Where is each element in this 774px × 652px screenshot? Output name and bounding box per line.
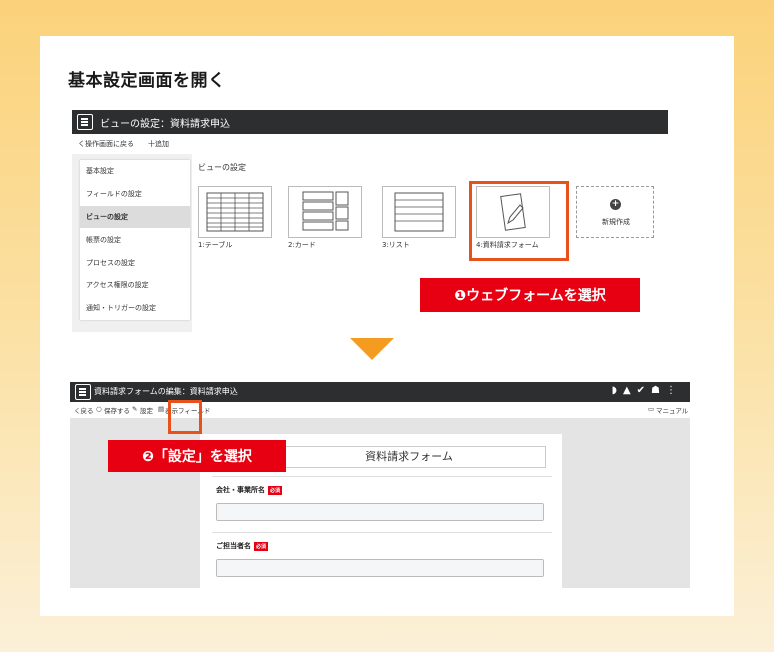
top-bar-2: 資料請求フォームの編集：資料請求申込 ◗▲✔☗⋮ — [70, 382, 690, 402]
app-title: ビューの設定：資料請求申込 — [100, 119, 230, 130]
sub-toolbar: く操作画面に戻る 十追加 — [72, 134, 668, 154]
new-view-button[interactable]: + 新規作成 — [576, 186, 654, 238]
step2-callout: ❷「設定」を選択 — [108, 440, 286, 472]
more-icon[interactable]: ⋮ — [666, 385, 682, 396]
highlight-web-form-tile — [469, 181, 569, 261]
field-contact[interactable]: ご担当者名 必須 — [212, 532, 552, 586]
down-arrow-icon — [350, 338, 394, 360]
fields-icon[interactable]: ▤ — [158, 405, 164, 413]
view-tile-list[interactable] — [382, 186, 456, 238]
view-label-list: 3:リスト — [382, 241, 410, 249]
check-icon[interactable]: ✔ — [637, 385, 651, 396]
back-to-operation-link[interactable]: く操作画面に戻る — [78, 139, 134, 149]
plus-circle-icon: + — [610, 199, 621, 210]
back-link[interactable]: く戻る — [74, 405, 94, 415]
manual-link[interactable]: マニュアル — [656, 405, 688, 415]
sidebar-item-forms[interactable]: 帳票の設定 — [80, 228, 190, 251]
field-label-contact: ご担当者名 必須 — [216, 541, 269, 551]
editor-title: 資料請求フォームの編集：資料請求申込 — [94, 387, 238, 396]
view-label-card: 2:カード — [288, 241, 316, 249]
form-editor-screenshot: 資料請求フォームの編集：資料請求申込 ◗▲✔☗⋮ く戻る ○ 保存する ✎ 設定… — [70, 382, 690, 588]
required-badge: 必須 — [268, 485, 283, 495]
new-view-label: 新規作成 — [602, 218, 630, 226]
home-icon[interactable]: ☗ — [651, 385, 666, 396]
settings-icon[interactable]: ✎ — [132, 405, 137, 413]
menu-icon-2[interactable] — [75, 384, 91, 400]
toolbar-icons: ◗▲✔☗⋮ — [612, 385, 682, 396]
menu-icon[interactable] — [77, 114, 93, 130]
editor-toolbar: く戻る ○ 保存する ✎ 設定 ▤ 表示フィールド ▭ マニュアル — [70, 402, 690, 418]
card-icon — [302, 191, 349, 231]
field-label-company-text: 会社・事業所名 — [216, 486, 265, 494]
sidebar-item-fields[interactable]: フィールドの設定 — [80, 183, 190, 206]
required-badge-2: 必須 — [254, 541, 269, 551]
settings-button[interactable]: 設定 — [140, 405, 153, 415]
top-bar: ビューの設定：資料請求申込 — [72, 110, 668, 134]
panel-title: ビューの設定 — [198, 163, 246, 172]
view-tile-table[interactable] — [198, 186, 272, 238]
form-title[interactable]: 資料請求フォーム — [272, 446, 546, 468]
save-icon[interactable]: ○ — [96, 405, 102, 413]
sidebar-item-notifications[interactable]: 通知・トリガーの設定 — [80, 297, 190, 320]
table-icon — [206, 192, 264, 232]
step1-callout: ❶ウェブフォームを選択 — [420, 278, 640, 312]
sidebar-item-process[interactable]: プロセスの設定 — [80, 251, 190, 274]
sidebar-item-basic[interactable]: 基本設定 — [80, 160, 190, 183]
field-company[interactable]: 会社・事業所名 必須 — [212, 476, 552, 530]
view-tile-card[interactable] — [288, 186, 362, 238]
sidebar-item-access[interactable]: アクセス権限の設定 — [80, 274, 190, 297]
highlight-settings-button — [168, 400, 202, 434]
step-heading: 基本設定画面を開く — [68, 71, 226, 91]
list-icon — [394, 192, 444, 232]
shield-icon[interactable]: ◗ — [612, 385, 623, 396]
add-link[interactable]: 十追加 — [148, 139, 169, 149]
field-label-contact-text: ご担当者名 — [216, 542, 251, 550]
field-label-company: 会社・事業所名 必須 — [216, 485, 283, 495]
contact-input[interactable] — [216, 559, 544, 577]
company-input[interactable] — [216, 503, 544, 521]
bell-icon[interactable]: ▲ — [623, 385, 637, 396]
save-button[interactable]: 保存する — [104, 405, 130, 415]
settings-sidebar: 基本設定 フィールドの設定 ビューの設定 帳票の設定 プロセスの設定 アクセス権… — [80, 160, 190, 320]
instruction-card: 基本設定画面を開く ビューの設定：資料請求申込 く操作画面に戻る 十追加 基本設… — [40, 36, 734, 616]
manual-icon[interactable]: ▭ — [648, 405, 654, 413]
sidebar-item-views[interactable]: ビューの設定 — [80, 205, 190, 229]
view-label-table: 1:テーブル — [198, 241, 233, 249]
